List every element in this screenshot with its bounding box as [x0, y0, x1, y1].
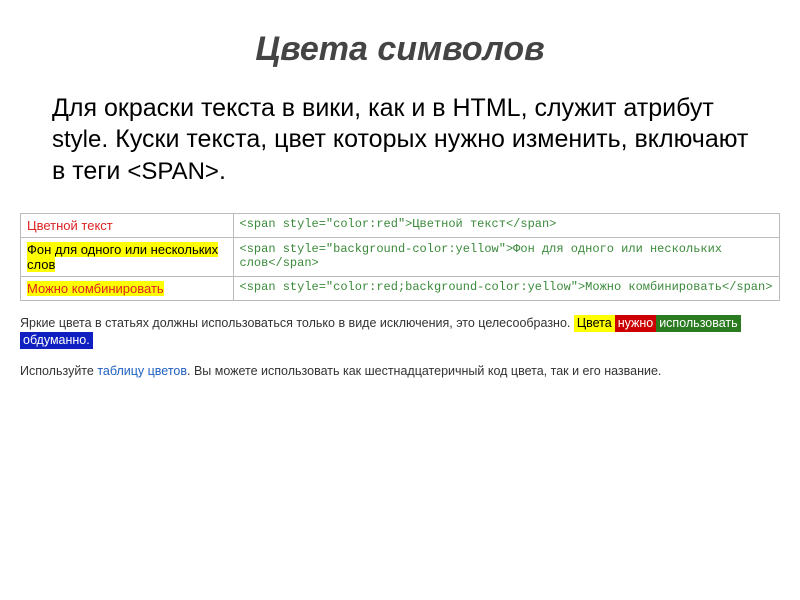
note-2-b: . Вы можете использовать как шестнадцате… [187, 364, 661, 378]
table-row: Фон для одного или нескольких слов <span… [21, 237, 780, 276]
badge-red: нужно [615, 315, 657, 332]
body-style-word: style [52, 126, 101, 153]
body-text-2: , служит атрибут [521, 94, 714, 122]
badge-yellow: Цвета [574, 315, 615, 332]
note-1-text: Яркие цвета в статьях должны использоват… [20, 316, 574, 330]
body-text-4: . [219, 157, 226, 185]
example-rendered: Можно комбинировать [27, 281, 164, 296]
color-table-link[interactable]: таблицу цветов [97, 364, 187, 378]
body-html-word: HTML [453, 94, 521, 122]
example-code-cell: <span style="color:red;background-color:… [233, 276, 779, 300]
example-code-cell: <span style="color:red">Цветной текст</s… [233, 213, 779, 237]
example-rendered: Цветной текст [27, 218, 113, 233]
example-rendered: Фон для одного или нескольких слов [27, 242, 218, 272]
examples-table: Цветной текст <span style="color:red">Цв… [20, 213, 780, 301]
body-paragraph: Для окраски текста в вики, как и в HTML,… [20, 93, 780, 187]
table-row: Можно комбинировать <span style="color:r… [21, 276, 780, 300]
badge-green: использовать [656, 315, 740, 332]
body-text-1: Для окраски текста в вики, как и в [52, 94, 453, 122]
badge-blue: обдуманно. [20, 332, 93, 349]
example-rendered-cell: Фон для одного или нескольких слов [21, 237, 234, 276]
body-span-tag: <SPAN> [127, 158, 219, 185]
example-code-cell: <span style="background-color:yellow">Фо… [233, 237, 779, 276]
note-2: Используйте таблицу цветов. Вы можете ис… [20, 363, 780, 380]
example-rendered-cell: Можно комбинировать [21, 276, 234, 300]
slide-title: Цвета символов [20, 30, 780, 69]
table-row: Цветной текст <span style="color:red">Цв… [21, 213, 780, 237]
note-2-a: Используйте [20, 364, 97, 378]
example-rendered-cell: Цветной текст [21, 213, 234, 237]
note-1: Яркие цвета в статьях должны использоват… [20, 315, 780, 349]
